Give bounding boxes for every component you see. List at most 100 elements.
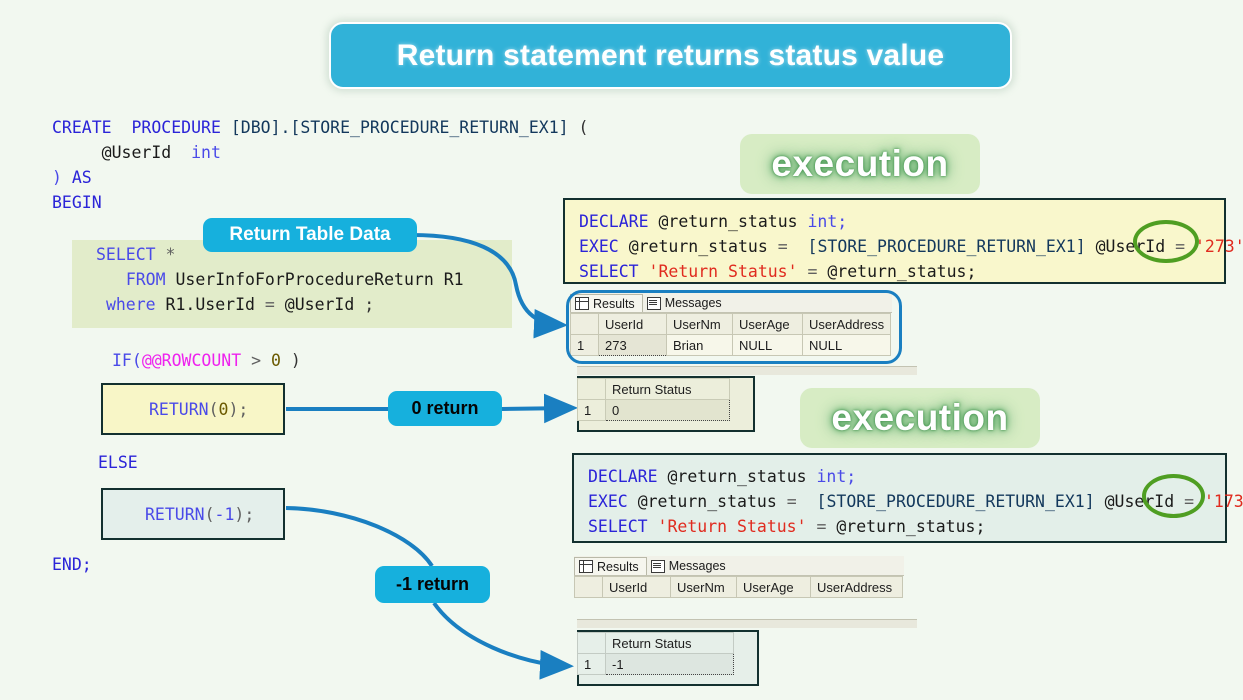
- sp30: [817, 262, 827, 281]
- if-close: ): [280, 351, 301, 370]
- sp11: [354, 295, 364, 314]
- col-userage-first[interactable]: UserAge: [732, 313, 803, 335]
- tab-results-second-label: Results: [597, 559, 639, 574]
- execution-code-panel-second: DECLARE @return_status int; EXEC @return…: [572, 453, 1243, 543]
- results-grid-second[interactable]: Results Messages UserId UserNm UserAge U…: [574, 556, 904, 598]
- results-table-first[interactable]: UserId UserNm UserAge UserAddress 1 273 …: [570, 313, 892, 356]
- col-useraddress-first[interactable]: UserAddress: [801, 313, 892, 335]
- connector-minus-one-right: [432, 601, 574, 680]
- execution-label-second-text: execution: [831, 397, 1009, 438]
- results-tabs-first: Results Messages: [570, 293, 892, 313]
- results-grid-first[interactable]: Results Messages UserId UserNm UserAge U…: [570, 293, 892, 356]
- sp22: [619, 237, 629, 256]
- kw-declare-2: DECLARE: [588, 467, 658, 486]
- return-status-grid-second[interactable]: Return Status 1 -1: [577, 632, 734, 675]
- tab-messages-first-label: Messages: [664, 296, 722, 310]
- execution-label-second: execution: [800, 388, 1040, 448]
- slide-title-banner: Return statement returns status value: [329, 22, 1012, 89]
- cell-userid-1[interactable]: 273: [598, 334, 667, 356]
- col-useraddress-second[interactable]: UserAddress: [810, 576, 903, 598]
- results-grid-icon: [579, 560, 593, 573]
- else-line: ELSE: [98, 450, 138, 475]
- sp49: [807, 517, 817, 536]
- select-statement-code: SELECT * FROM UserInfoForProcedureReturn…: [96, 242, 464, 317]
- col-rownum-rs2: [577, 632, 606, 654]
- ind1: [52, 143, 102, 162]
- returnm1-close: );: [234, 504, 255, 524]
- col-rownum-first: [570, 313, 599, 335]
- return-zero-box: RETURN(0);: [101, 383, 285, 435]
- return-status-table-first[interactable]: Return Status 1 0: [577, 378, 730, 421]
- from-table: UserInfoForProcedureReturn R1: [175, 270, 464, 289]
- callout-minus-one-return[interactable]: -1 return: [375, 566, 490, 603]
- col-return-status-rs2[interactable]: Return Status: [605, 632, 734, 654]
- return-minus-one-box: RETURN(-1);: [101, 488, 285, 540]
- highlight-circle-173: [1142, 474, 1205, 518]
- sp23: [768, 237, 778, 256]
- rowcount-variable: @@ROWCOUNT: [141, 351, 242, 370]
- callout-zero-return[interactable]: 0 return: [388, 391, 502, 426]
- kw-select-2: SELECT: [588, 517, 648, 536]
- kw-as: AS: [71, 168, 92, 187]
- col-return-status-rs1[interactable]: Return Status: [605, 378, 730, 400]
- col-usernm-first[interactable]: UserNm: [666, 313, 733, 335]
- star: *: [165, 245, 176, 264]
- exec-var-1: @return_status: [628, 237, 768, 256]
- cell-userage-1[interactable]: NULL: [732, 334, 803, 356]
- kw-if: IF(: [112, 351, 142, 370]
- cell-return-status-rs1[interactable]: 0: [605, 399, 730, 421]
- select-var-2: @return_status;: [836, 517, 986, 536]
- tab-messages-first[interactable]: Messages: [643, 294, 729, 312]
- grid-strip-first: [577, 366, 917, 375]
- sp10: [275, 295, 285, 314]
- declare-var-1: @return_status: [658, 212, 798, 231]
- tab-results-second[interactable]: Results: [574, 557, 647, 575]
- callout-return-table-data[interactable]: Return Table Data: [203, 218, 417, 252]
- ind2: [96, 270, 126, 289]
- results-tabs-second: Results Messages: [574, 556, 904, 576]
- procedure-name: [DBO].[STORE_PROCEDURE_RETURN_EX1]: [230, 118, 569, 137]
- exec-userid-value-2: '173': [1203, 492, 1243, 511]
- cell-rownum-rs1: 1: [577, 399, 606, 421]
- return-status-table-second[interactable]: Return Status 1 -1: [577, 632, 734, 675]
- kw-exec-1: EXEC: [579, 237, 619, 256]
- return-minus-one-code: RETURN(-1);: [103, 502, 254, 527]
- cell-usernm-1[interactable]: Brian: [666, 334, 733, 356]
- tab-messages-second[interactable]: Messages: [647, 557, 733, 575]
- return-status-grid-first[interactable]: Return Status 1 0: [577, 378, 730, 421]
- if-rowcount-line: IF(@@ROWCOUNT > 0 ): [112, 348, 301, 373]
- table-row[interactable]: 1 273 Brian NULL NULL: [570, 334, 892, 356]
- exec-proc-2: [STORE_PROCEDURE_RETURN_EX1]: [816, 492, 1095, 511]
- sp43: [777, 492, 787, 511]
- sp5: [62, 168, 72, 187]
- table-header-row: UserId UserNm UserAge UserAddress: [570, 313, 892, 335]
- where-column: R1.UserId: [165, 295, 255, 314]
- col-userid-first[interactable]: UserId: [598, 313, 667, 335]
- tab-results-first[interactable]: Results: [570, 294, 643, 312]
- tab-results-first-label: Results: [593, 296, 635, 311]
- cell-rownum-rs2: 1: [577, 653, 606, 675]
- sp4: [171, 143, 191, 162]
- col-usernm-second[interactable]: UserNm: [670, 576, 737, 598]
- table-header-row: UserId UserNm UserAge UserAddress: [574, 576, 903, 598]
- exec-proc-1: [STORE_PROCEDURE_RETURN_EX1]: [807, 237, 1086, 256]
- cell-return-status-rs2[interactable]: -1: [605, 653, 734, 675]
- table-row[interactable]: 1 -1: [577, 653, 734, 675]
- results-table-second[interactable]: UserId UserNm UserAge UserAddress: [574, 576, 903, 598]
- sp50: [826, 517, 836, 536]
- col-userage-second[interactable]: UserAge: [736, 576, 811, 598]
- sp40: [658, 467, 668, 486]
- col-userid-second[interactable]: UserId: [602, 576, 671, 598]
- cell-useraddress-1[interactable]: NULL: [801, 334, 892, 356]
- exec-userid-value-1: '273': [1194, 237, 1243, 256]
- highlight-circle-273: [1133, 220, 1199, 263]
- table-row[interactable]: 1 0: [577, 399, 730, 421]
- kw-else: ELSE: [98, 453, 138, 472]
- param-type: int: [191, 143, 221, 162]
- tab-messages-second-label: Messages: [668, 559, 726, 573]
- cell-rownum-1: 1: [570, 334, 599, 356]
- gt-operator: >: [251, 351, 262, 370]
- sp25: [1086, 237, 1096, 256]
- kw-declare-1: DECLARE: [579, 212, 649, 231]
- sp41: [807, 467, 817, 486]
